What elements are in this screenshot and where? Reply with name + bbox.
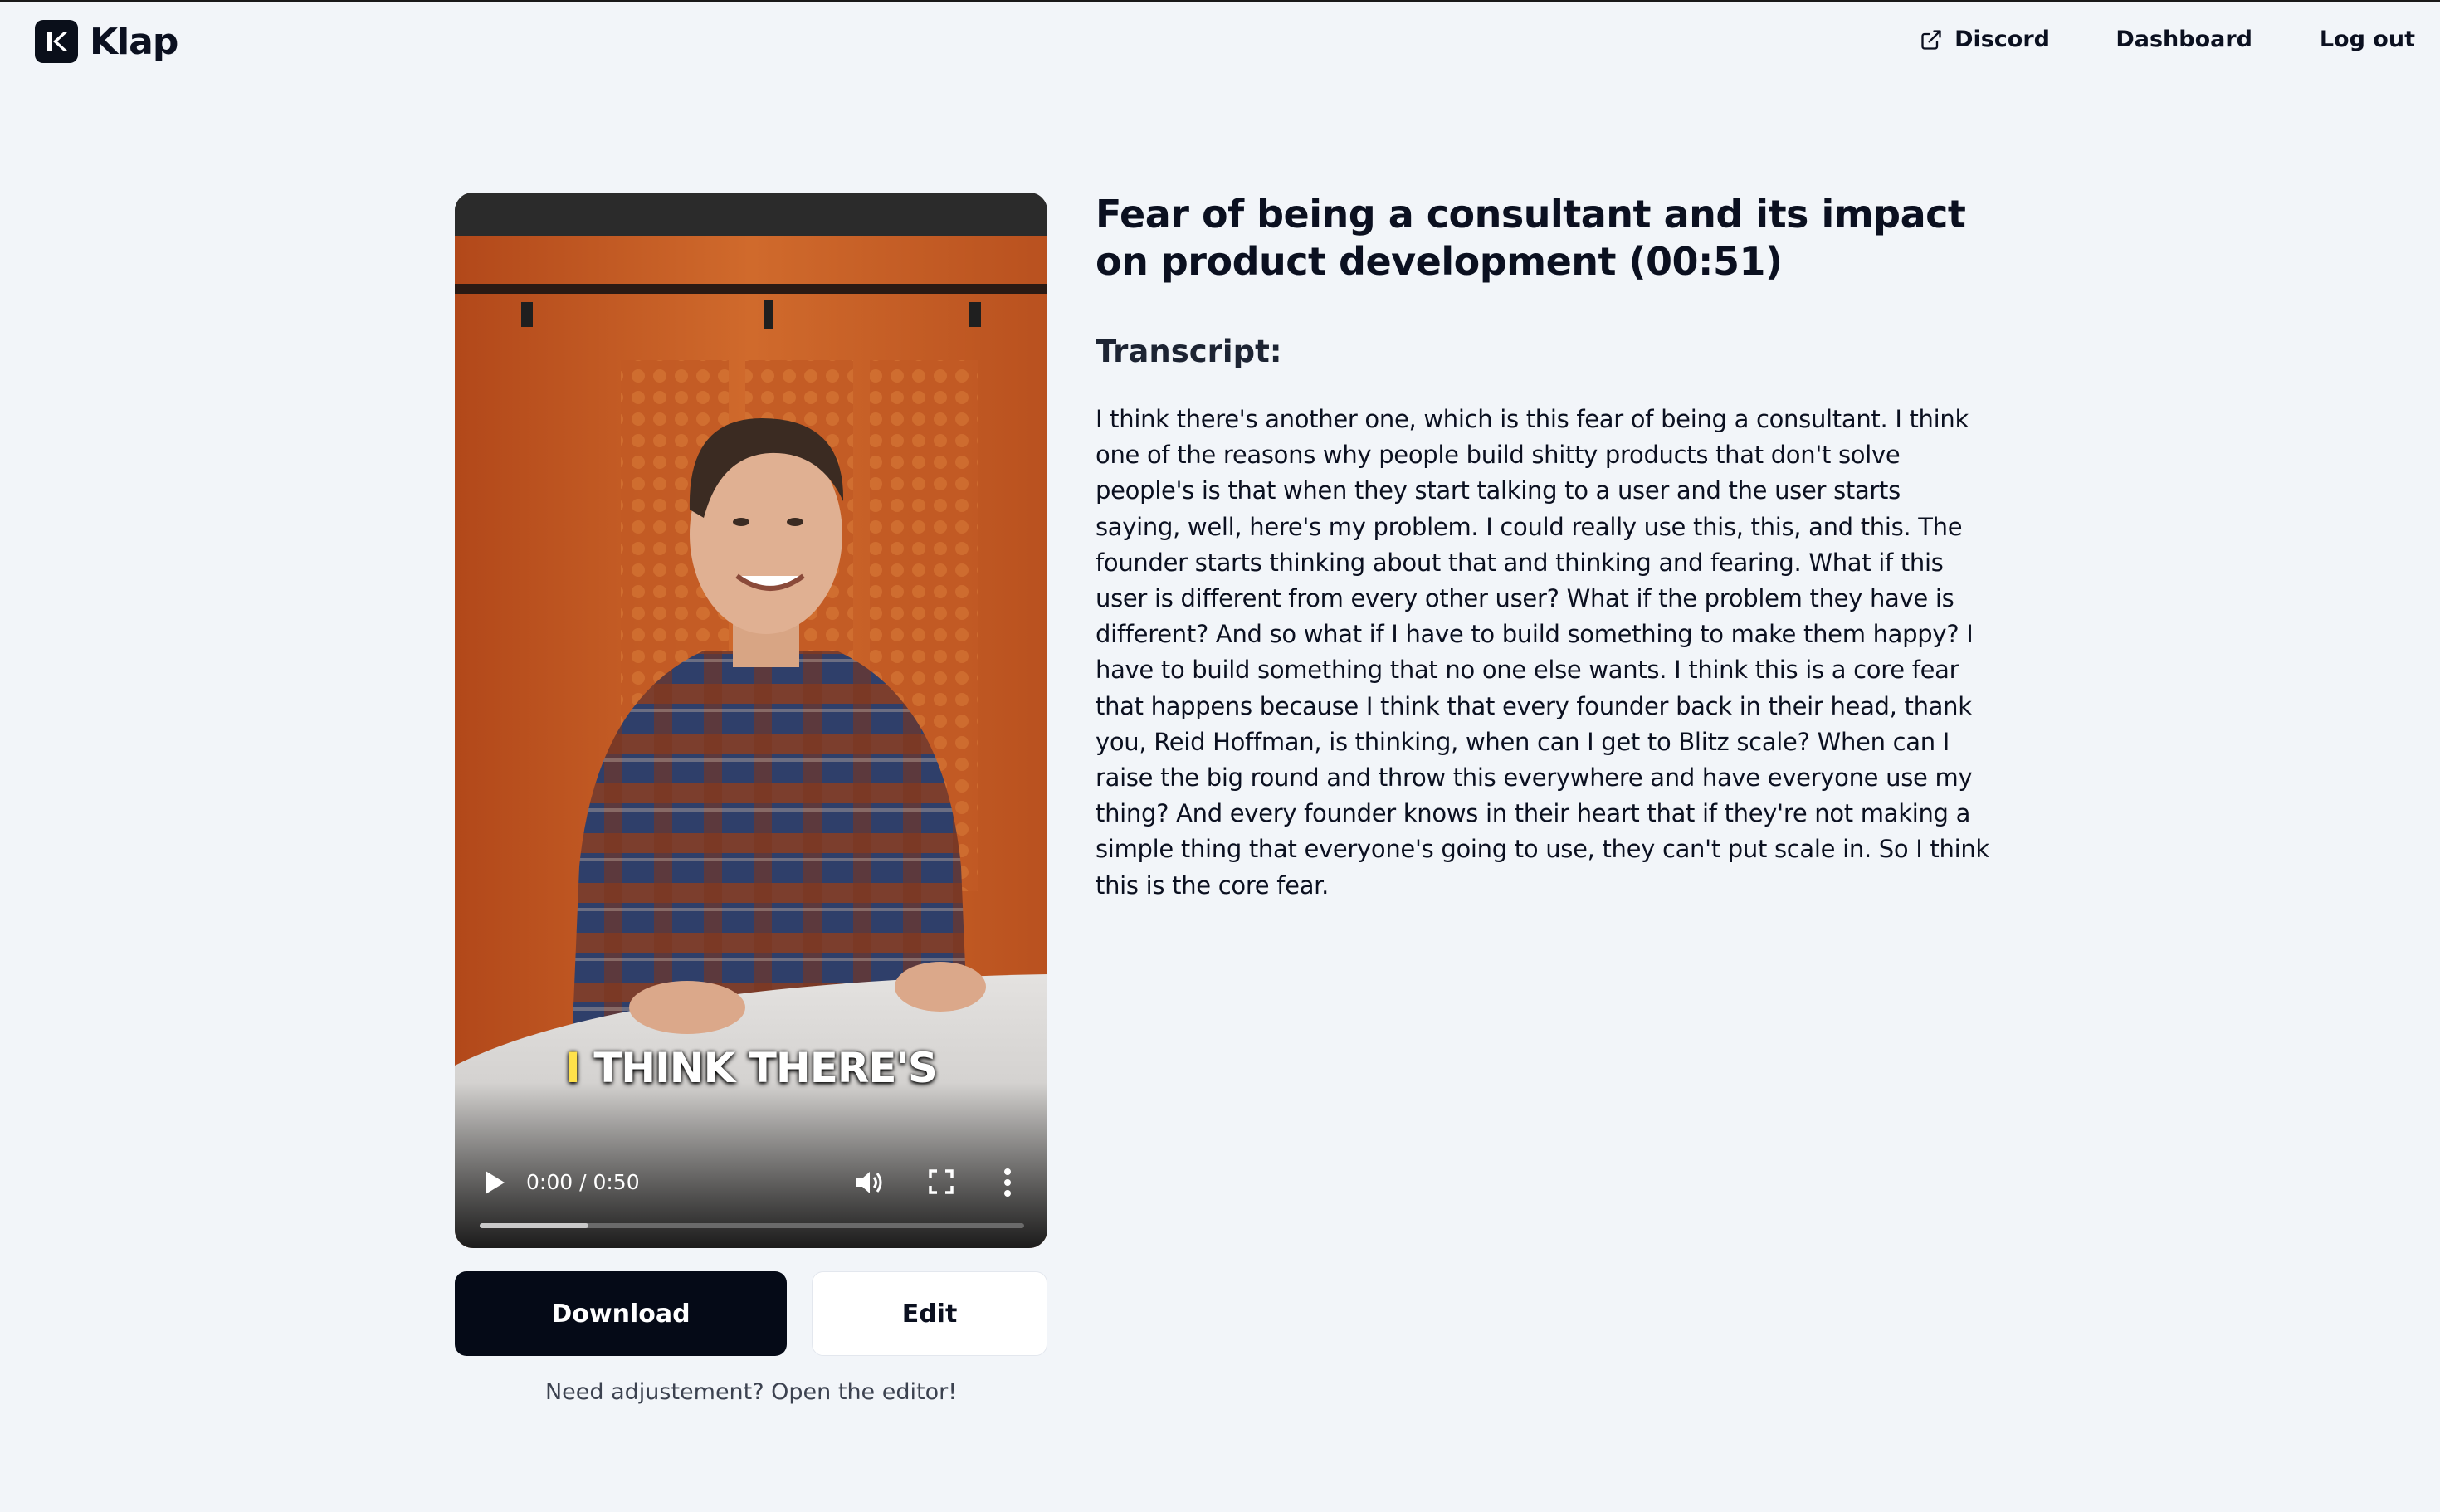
top-navbar: Klap Discord Dashboard Log out — [0, 2, 2440, 85]
klap-logo-icon — [35, 20, 78, 63]
transcript-heading: Transcript: — [1096, 334, 1282, 369]
video-buffered — [480, 1223, 589, 1228]
clip-title: Fear of being a consultant and its impac… — [1096, 192, 1966, 284]
discord-label: Discord — [1954, 27, 2050, 52]
edit-button[interactable]: Edit — [812, 1271, 1047, 1356]
dashboard-link[interactable]: Dashboard — [2115, 27, 2252, 52]
discord-link[interactable]: Discord — [1920, 27, 2050, 52]
brand-name: Klap — [90, 20, 178, 63]
logout-link[interactable]: Log out — [2320, 27, 2415, 52]
video-progress-bar[interactable] — [480, 1223, 1024, 1228]
video-controls: 0:00 / 0:50 — [455, 1149, 1047, 1248]
fullscreen-icon[interactable] — [928, 1168, 954, 1195]
external-link-icon — [1921, 29, 1941, 50]
brand-logo[interactable]: Klap — [35, 20, 178, 63]
editor-hint: Need adjustement? Open the editor! — [544, 1379, 958, 1405]
download-button[interactable]: Download — [455, 1271, 787, 1356]
transcript-text: I think there's another one, which is th… — [1096, 405, 1989, 900]
video-player[interactable]: I THINK THERE'S 0:00 / 0:50 — [455, 193, 1047, 1248]
play-icon[interactable] — [483, 1168, 506, 1197]
more-options-icon[interactable] — [1001, 1167, 1014, 1198]
video-time: 0:00 / 0:50 — [526, 1170, 640, 1194]
video-top-bar — [455, 193, 1047, 236]
volume-icon[interactable] — [855, 1168, 885, 1197]
